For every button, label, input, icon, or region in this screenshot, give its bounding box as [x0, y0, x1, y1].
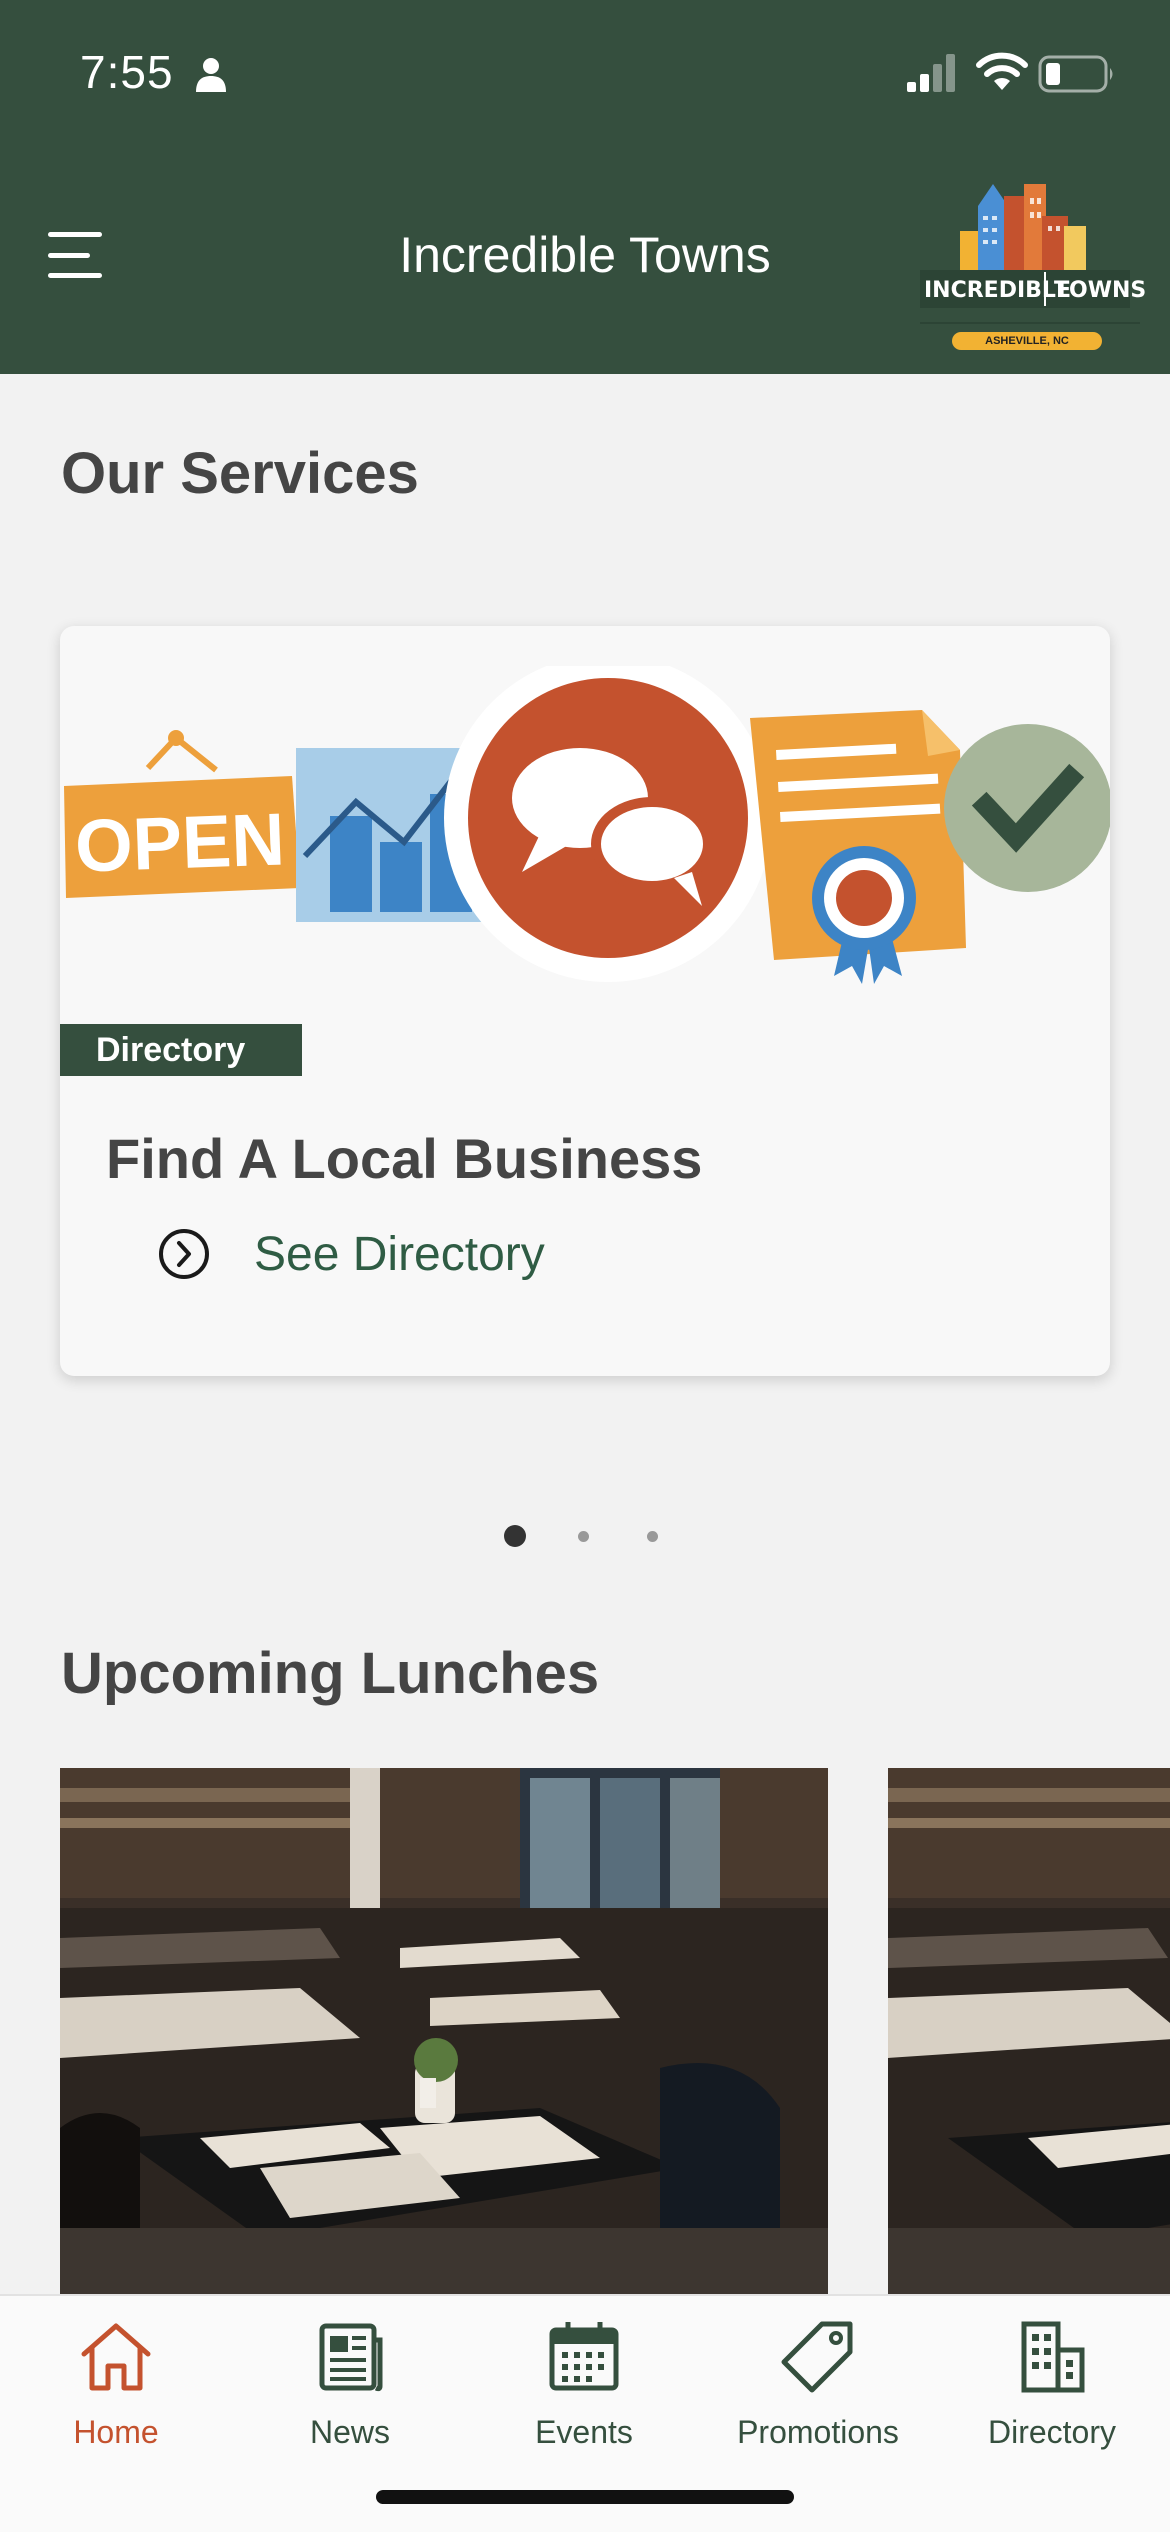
restaurant-photo [60, 1768, 828, 2298]
certificate-icon [750, 710, 966, 984]
category-badge: Directory [60, 1024, 302, 1076]
wifi-icon [976, 52, 1028, 90]
see-directory-link[interactable]: See Directory [156, 1226, 545, 1282]
restaurant-photo [888, 1768, 1170, 2298]
pagination-dot[interactable] [647, 1531, 658, 1542]
tab-label: Events [535, 2414, 633, 2450]
check-icon [944, 724, 1110, 892]
battery-icon [1038, 55, 1113, 93]
signal-icon [907, 54, 955, 92]
section-title-services: Our Services [61, 441, 419, 506]
service-card-directory[interactable]: OPEN Directory Find A Local Business See… [60, 626, 1110, 1376]
tab-home[interactable]: Home [6, 2316, 226, 2451]
logo-text-incredible: INCREDIBLE [924, 278, 1071, 303]
building-icon [1021, 2321, 1085, 2393]
status-time: 7:55 [80, 46, 174, 98]
lunch-card[interactable] [60, 1768, 828, 2298]
logo-text-towns: TOWNS [1054, 278, 1147, 303]
home-icon [81, 2323, 151, 2391]
pagination-dot[interactable] [578, 1531, 589, 1542]
open-sign-graphic: OPEN [64, 730, 300, 898]
tab-news[interactable]: News [240, 2316, 460, 2451]
tab-promotions[interactable]: Promotions [708, 2316, 928, 2451]
app-header: 7:55 Incredible Towns INCREDIBLE TOWNS A… [0, 0, 1170, 374]
person-icon [196, 58, 226, 92]
tab-label: News [309, 2414, 390, 2450]
carousel-pagination[interactable] [504, 1522, 664, 1552]
open-sign-text: OPEN [74, 797, 286, 887]
newspaper-icon [319, 2323, 383, 2392]
chat-icon [444, 666, 772, 982]
tab-label: Home [73, 2414, 159, 2450]
card-headline: Find A Local Business [106, 1127, 703, 1190]
calendar-icon [549, 2322, 619, 2391]
incredible-towns-logo[interactable]: INCREDIBLE TOWNS ASHEVILLE, NC [920, 176, 1146, 356]
tab-events[interactable]: Events [474, 2316, 694, 2451]
logo-city: ASHEVILLE, NC [952, 332, 1102, 350]
city-skyline-logo-graphic [920, 184, 1140, 324]
lunch-card[interactable] [888, 1768, 1170, 2298]
see-directory-label: See Directory [254, 1227, 545, 1281]
home-indicator[interactable] [376, 2490, 794, 2504]
tab-directory[interactable]: Directory [942, 2316, 1162, 2451]
tab-label: Promotions [737, 2414, 899, 2450]
chevron-circle-right-icon [159, 1229, 209, 1279]
section-title-lunches: Upcoming Lunches [61, 1641, 600, 1706]
tag-icon [781, 2321, 853, 2393]
pagination-dot-active[interactable] [504, 1525, 526, 1547]
services-illustration: OPEN [64, 666, 1110, 984]
tab-label: Directory [987, 2414, 1116, 2450]
